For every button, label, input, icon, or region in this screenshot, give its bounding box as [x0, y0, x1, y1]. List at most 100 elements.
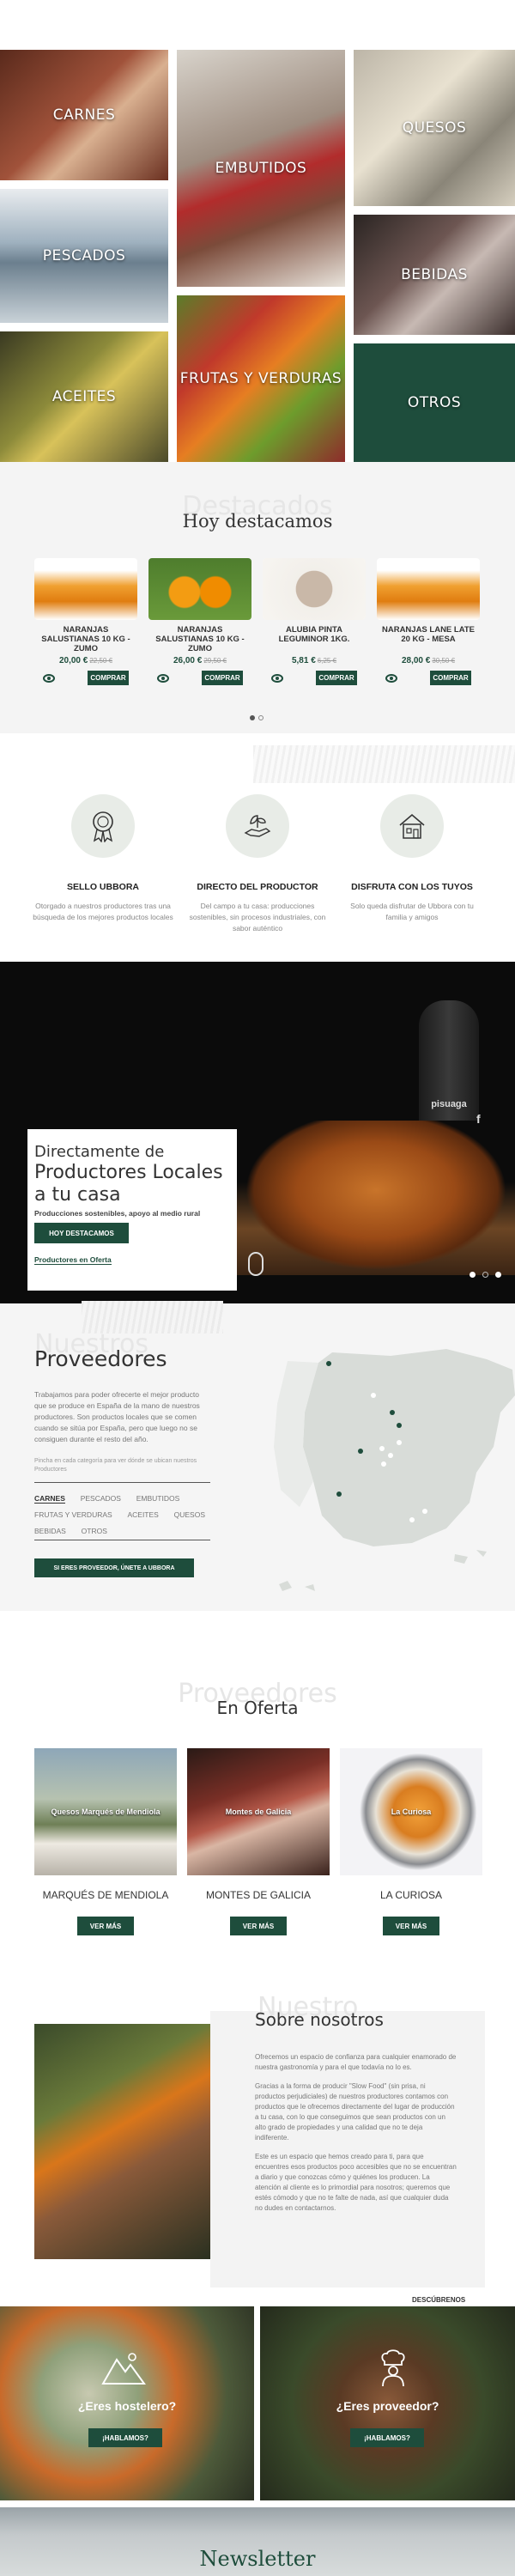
feature-item: DISFRUTA CON LOS TUYOS Solo queda disfru… — [339, 794, 485, 923]
product-image — [377, 558, 480, 620]
offer-overlay-text: Montes de Galicia — [225, 1807, 292, 1816]
buy-button[interactable]: COMPRAR — [316, 671, 357, 685]
offer-card[interactable]: La Curiosa LA CURIOSA VER MÁS — [340, 1748, 482, 1935]
buy-button[interactable]: COMPRAR — [202, 671, 243, 685]
supplier-link-aceites[interactable]: ACEITES — [127, 1510, 158, 1519]
cta-title: ¿Eres proveedor? — [336, 2399, 439, 2413]
offer-card[interactable]: Montes de Galicia MONTES DE GALICIA VER … — [187, 1748, 330, 1935]
suppliers-hint: Pincha en cada categoría para ver dónde … — [34, 1458, 197, 1473]
supplier-link-pescados[interactable]: PESCADOS — [81, 1494, 121, 1503]
scroll-mouse-icon[interactable] — [248, 1252, 264, 1276]
offer-overlay-text: La Curiosa — [391, 1807, 432, 1816]
product-old-price: 29,50 € — [203, 657, 227, 665]
supplier-link-carnes[interactable]: CARNES — [34, 1494, 65, 1504]
newsletter-title: Newsletter — [199, 2547, 316, 2571]
product-price: 20,00 € — [58, 656, 88, 665]
hero-dot[interactable] — [495, 1272, 501, 1278]
supplier-link-embutidos[interactable]: EMBUTIDOS — [136, 1494, 180, 1503]
bottle-label: pisuaga — [431, 1099, 467, 1109]
product-name: NARANJAS LANE LATE 20 KG - MESA — [381, 625, 476, 644]
product-image — [263, 558, 366, 620]
suppliers-divider — [34, 1482, 210, 1483]
offer-image: La Curiosa — [340, 1748, 482, 1875]
chef-icon — [378, 2349, 409, 2391]
product-image — [34, 558, 137, 620]
category-tile-otros[interactable]: OTROS — [354, 343, 515, 462]
see-more-button[interactable]: VER MÁS — [77, 1917, 134, 1935]
supplier-link-frutas[interactable]: FRUTAS Y VERDURAS — [34, 1510, 112, 1519]
join-supplier-button[interactable]: SI ERES PROVEEDOR, ÚNETE A UBBORA — [34, 1558, 194, 1577]
product-image — [148, 558, 251, 620]
buy-button[interactable]: COMPRAR — [430, 671, 471, 685]
suppliers-paragraph: Trabajamos para poder ofrecerte el mejor… — [34, 1390, 200, 1443]
award-seal-icon — [71, 794, 135, 858]
category-tile-aceites[interactable]: ACEITES — [0, 331, 168, 462]
buy-button[interactable]: COMPRAR — [88, 671, 129, 685]
hero-offers-link[interactable]: Productores en Oferta — [34, 1255, 112, 1265]
product-prices: 28,00 €30,50 € — [377, 656, 480, 665]
carousel-dot[interactable] — [258, 715, 264, 720]
feature-item: SELLO UBBORA Otorgado a nuestros product… — [30, 794, 176, 923]
product-old-price: 22,50 € — [89, 657, 113, 665]
hero-title-line2: Productores Locales — [34, 1162, 223, 1183]
featured-title: Hoy destacamos — [182, 511, 333, 532]
feature-text: Del campo a tu casa: producciones sosten… — [189, 902, 326, 933]
category-label: FRUTAS Y VERDURAS — [179, 370, 342, 387]
hero-featured-button[interactable]: HOY DESTACAMOS — [34, 1223, 129, 1243]
suppliers-category-links: CARNES PESCADOS EMBUTIDOS FRUTAS Y VERDU… — [34, 1490, 223, 1539]
carousel-dot-active[interactable] — [250, 715, 255, 720]
hero-subtitle: Producciones sostenibles, apoyo al medio… — [34, 1209, 201, 1218]
category-tile-carnes[interactable]: CARNES — [0, 50, 168, 180]
cta-talk-button[interactable]: ¡HABLAMOS? — [88, 2428, 162, 2447]
category-tile-frutas-verduras[interactable]: FRUTAS Y VERDURAS — [177, 295, 345, 462]
category-tile-pescados[interactable]: PESCADOS — [0, 189, 168, 323]
facebook-icon[interactable]: f — [476, 1112, 481, 1126]
spain-map[interactable] — [262, 1344, 515, 1601]
category-label: CARNES — [52, 106, 116, 124]
page: CARNES EMBUTIDOS QUESOS PESCADOS BEBIDAS… — [0, 0, 515, 2576]
hero-roast-image — [237, 1121, 515, 1275]
category-label: PESCADOS — [42, 247, 126, 264]
eye-icon[interactable] — [385, 673, 397, 683]
offer-image: Quesos Marqués de Mendiola — [34, 1748, 177, 1875]
cta-talk-button[interactable]: ¡HABLAMOS? — [350, 2428, 424, 2447]
product-card[interactable]: ALUBIA PINTA LEGUMINOR 1KG. 5,81 €6,25 €… — [263, 558, 366, 685]
hero-dot-active[interactable] — [470, 1272, 476, 1278]
offer-card[interactable]: Quesos Marqués de Mendiola MARQUÉS DE ME… — [34, 1748, 177, 1935]
offer-name: LA CURIOSA — [379, 1889, 443, 1901]
product-price: 28,00 € — [401, 656, 431, 665]
decorative-texture — [253, 745, 515, 783]
eye-icon[interactable] — [43, 673, 55, 683]
about-title: Sobre nosotros — [255, 2009, 384, 2030]
product-card[interactable]: NARANJAS LANE LATE 20 KG - MESA 28,00 €3… — [377, 558, 480, 685]
see-more-button[interactable]: VER MÁS — [230, 1917, 287, 1935]
category-tile-bebidas[interactable]: BEBIDAS — [354, 215, 515, 335]
eye-icon[interactable] — [157, 673, 169, 683]
hero-dot[interactable] — [482, 1272, 488, 1278]
eye-icon[interactable] — [271, 673, 283, 683]
supplier-link-otros[interactable]: OTROS — [82, 1527, 107, 1535]
product-old-price: 6,25 € — [317, 657, 337, 665]
product-old-price: 30,50 € — [432, 657, 456, 665]
feature-title: DIRECTO DEL PRODUCTOR — [197, 882, 318, 892]
category-tile-embutidos[interactable]: EMBUTIDOS — [177, 50, 345, 287]
suppliers-title: Proveedores — [34, 1346, 167, 1371]
discover-link[interactable]: DESCÚBRENOS — [412, 2296, 465, 2304]
category-label: QUESOS — [402, 119, 467, 137]
product-card[interactable]: NARANJAS SALUSTIANAS 10 KG - ZUMO 20,00 … — [34, 558, 137, 685]
product-card[interactable]: NARANJAS SALUSTIANAS 10 KG - ZUMO 26,00 … — [148, 558, 251, 685]
house-icon — [380, 794, 444, 858]
supplier-link-bebidas[interactable]: BEBIDAS — [34, 1527, 66, 1535]
about-paragraph: Ofrecemos un espacio de confianza para c… — [255, 2053, 457, 2071]
about-paragraph: Este es un espacio que hemos creado para… — [255, 2153, 457, 2212]
product-price: 5,81 € — [291, 656, 316, 665]
category-tile-quesos[interactable]: QUESOS — [354, 50, 515, 206]
see-more-button[interactable]: VER MÁS — [383, 1917, 439, 1935]
supplier-link-quesos[interactable]: QUESOS — [174, 1510, 205, 1519]
about-paragraph: Gracias a la forma de producir "Slow Foo… — [255, 2082, 455, 2142]
hand-plant-icon — [226, 794, 289, 858]
product-price: 26,00 € — [173, 656, 203, 665]
feature-title: SELLO UBBORA — [67, 882, 139, 892]
feature-title: DISFRUTA CON LOS TUYOS — [351, 882, 473, 892]
offer-name: MARQUÉS DE MENDIOLA — [42, 1889, 169, 1901]
